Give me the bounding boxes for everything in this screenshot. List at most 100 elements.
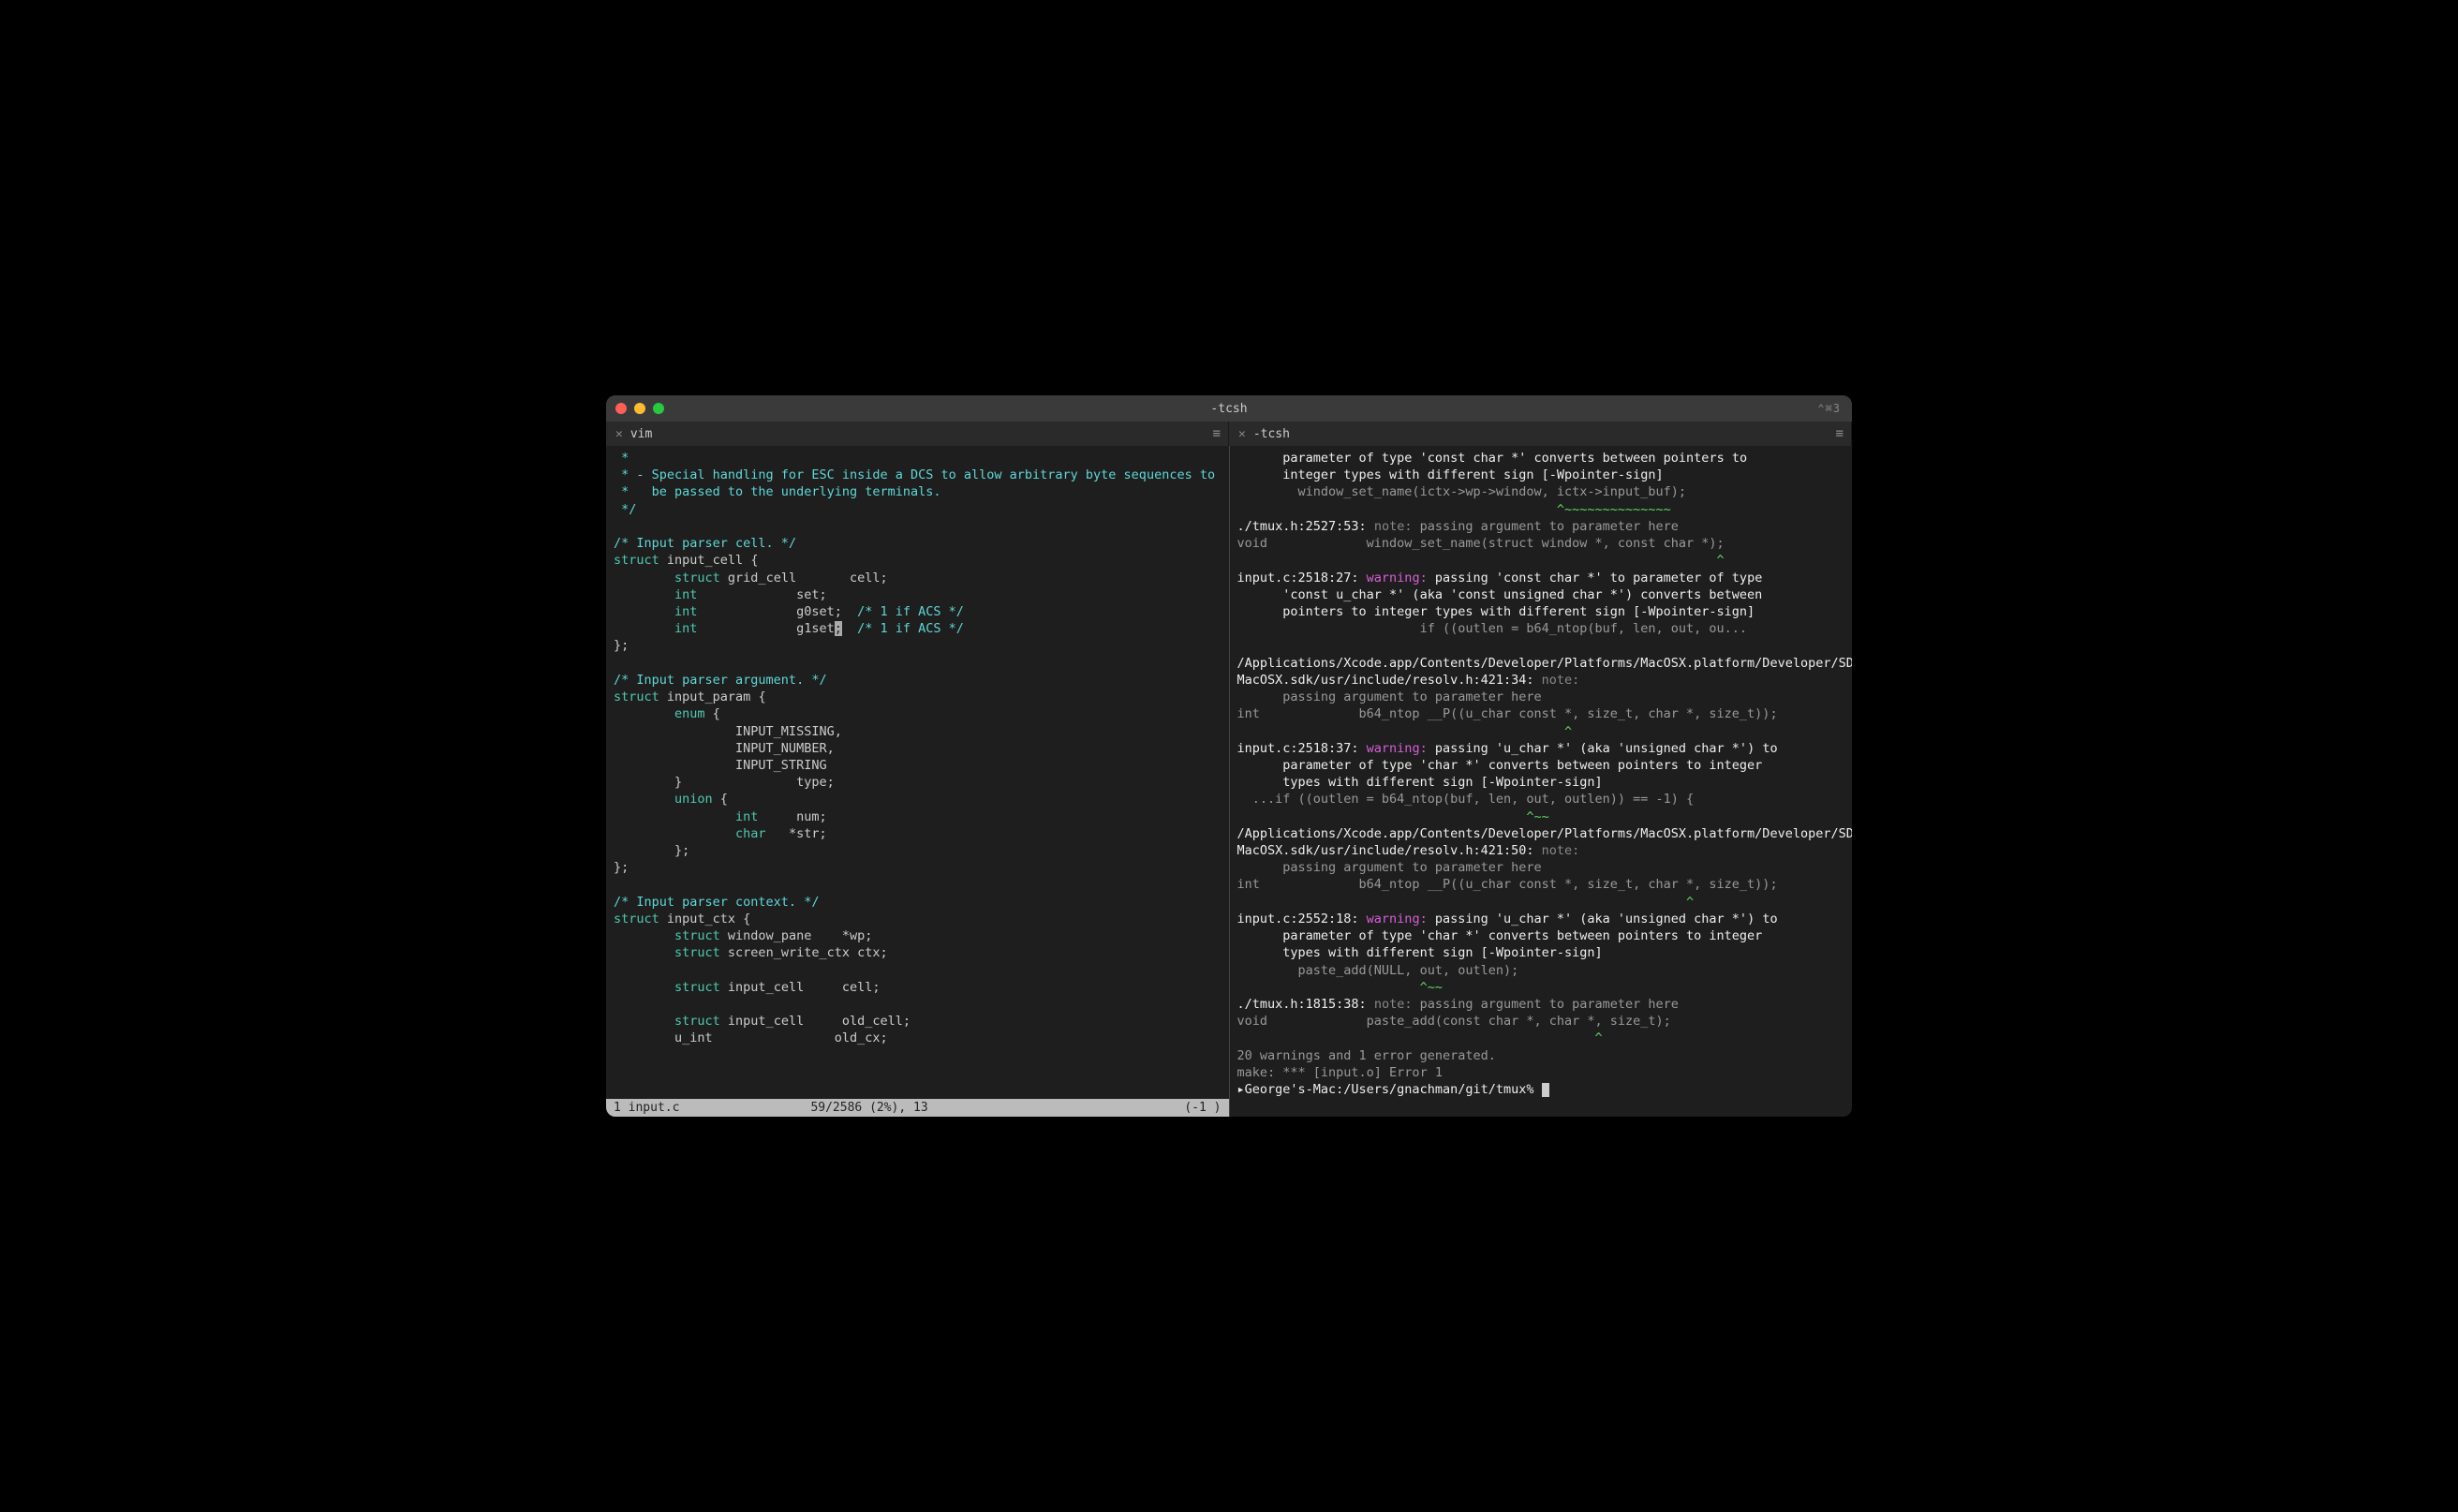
code-text: input_cell cell; (720, 980, 881, 995)
out-line: /Applications/Xcode.app/Contents/Develop… (1237, 656, 1853, 671)
code-kw: enum (614, 706, 705, 721)
out-line: parameter of type 'char *' converts betw… (1237, 758, 1763, 773)
code-kw: int (614, 587, 697, 602)
terminal-output[interactable]: parameter of type 'const char *' convert… (1230, 446, 1853, 1117)
split-panes: * * - Special handling for ESC inside a … (606, 446, 1852, 1117)
code-cmt: /* 1 if ACS */ (857, 604, 964, 619)
code-kw: struct (614, 980, 720, 995)
tab-label: vim (630, 427, 652, 441)
hamburger-icon[interactable]: ≡ (1836, 426, 1844, 441)
out-note: note: (1374, 997, 1420, 1012)
titlebar[interactable]: -tcsh ⌃⌘3 (606, 395, 1852, 422)
out-line: MacOSX.sdk/usr/include/resolv.h:421:34: (1237, 673, 1542, 688)
code-text: num; (758, 809, 826, 824)
out-line: parameter of type 'char *' converts betw… (1237, 928, 1763, 943)
out-line: ^ (1237, 895, 1695, 910)
code-text: input_cell { (659, 553, 759, 568)
tab-vim[interactable]: ✕ vim (606, 422, 661, 446)
out-line: ^ (1237, 553, 1725, 568)
out-line: window_set_name(ictx->wp->window, ictx->… (1237, 484, 1687, 499)
out-line: ./tmux.h:2527:53: (1237, 519, 1374, 534)
cursor-icon (1542, 1083, 1549, 1097)
out-line: input.c:2518:37: (1237, 741, 1367, 756)
status-position: 59/2586 (2%), 13 (810, 1101, 927, 1115)
out-line: void paste_add(const char *, char *, siz… (1237, 1014, 1671, 1029)
out-line: integer types with different sign [-Wpoi… (1237, 467, 1664, 482)
code-text: set; (697, 587, 826, 602)
code-line: /* Input parser context. */ (614, 895, 819, 910)
vim-statusbar: 1 input.c 59/2586 (2%), 13 (-1 ) (606, 1099, 1229, 1117)
close-tab-icon[interactable]: ✕ (1238, 427, 1246, 441)
vim-editor[interactable]: * * - Special handling for ESC inside a … (606, 446, 1229, 1099)
code-kw: struct (614, 689, 659, 704)
right-pane[interactable]: parameter of type 'const char *' convert… (1230, 446, 1853, 1117)
status-right: (-1 ) (1184, 1101, 1221, 1115)
window-indicator: ⌃⌘3 (1817, 402, 1841, 415)
out-line: passing argument to parameter here (1420, 519, 1679, 534)
tab-group-left: ✕ vim ≡ (606, 422, 1229, 446)
code-line: u_int old_cx; (614, 1030, 888, 1045)
close-tab-icon[interactable]: ✕ (615, 427, 623, 441)
out-line: ./tmux.h:1815:38: (1237, 997, 1374, 1012)
code-line: }; (614, 860, 629, 875)
minimize-icon[interactable] (634, 403, 645, 414)
out-warn: warning: (1367, 741, 1435, 756)
out-line: passing 'u_char *' (aka 'unsigned char *… (1435, 741, 1778, 756)
out-line: passing 'u_char *' (aka 'unsigned char *… (1435, 912, 1778, 926)
code-kw: struct (614, 553, 659, 568)
code-line: }; (614, 638, 629, 653)
out-line: passing argument to parameter here (1420, 997, 1679, 1012)
code-line: } type; (614, 775, 835, 790)
close-icon[interactable] (615, 403, 627, 414)
left-pane[interactable]: * * - Special handling for ESC inside a … (606, 446, 1230, 1117)
code-line: INPUT_STRING (614, 758, 827, 773)
code-text: input_param { (659, 689, 766, 704)
out-line: if ((outlen = b64_ntop(buf, len, out, ou… (1237, 621, 1748, 636)
code-line: INPUT_NUMBER, (614, 741, 835, 756)
out-line: /Applications/Xcode.app/Contents/Develop… (1237, 826, 1853, 841)
tab-label: -tcsh (1253, 427, 1290, 441)
out-line: passing 'const char *' to parameter of t… (1435, 571, 1763, 586)
out-line: int b64_ntop __P((u_char const *, size_t… (1237, 877, 1778, 892)
hamburger-icon[interactable]: ≡ (1213, 426, 1221, 441)
code-kw: char (614, 826, 766, 841)
out-line: ...if ((outlen = b64_ntop(buf, len, out,… (1237, 792, 1695, 807)
out-line: ^~~ (1237, 980, 1443, 995)
out-line: passing argument to parameter here (1237, 689, 1542, 704)
code-text: g0set; (697, 604, 857, 619)
code-kw: struct (614, 945, 720, 960)
code-kw: struct (614, 1014, 720, 1029)
code-line: /* Input parser cell. */ (614, 536, 796, 551)
out-note: note: (1542, 843, 1580, 858)
status-file: 1 input.c (614, 1101, 679, 1115)
out-line: void window_set_name(struct window *, co… (1237, 536, 1725, 551)
code-kw: struct (614, 571, 720, 586)
tab-bar: ✕ vim ≡ ✕ -tcsh ≡ (606, 422, 1852, 446)
code-line: * be passed to the underlying terminals. (614, 484, 941, 499)
code-kw: union (614, 792, 713, 807)
out-line: 20 warnings and 1 error generated. (1237, 1048, 1496, 1063)
traffic-lights (615, 403, 664, 414)
code-line: * (614, 451, 629, 466)
code-line: * - Special handling for ESC inside a DC… (614, 467, 1215, 482)
code-text: { (713, 792, 728, 807)
tab-group-right: ✕ -tcsh ≡ (1229, 422, 1852, 446)
out-line: ^~~ (1237, 809, 1549, 824)
out-line: converts between pointers to (1526, 451, 1747, 466)
code-line: }; (614, 843, 689, 858)
zoom-icon[interactable] (653, 403, 664, 414)
out-warn: warning: (1367, 912, 1435, 926)
out-line: input.c:2552:18: (1237, 912, 1367, 926)
out-line: types with different sign [-Wpointer-sig… (1237, 775, 1603, 790)
code-text: g1set (697, 621, 834, 636)
code-text: screen_write_ctx ctx; (720, 945, 888, 960)
out-note: note: (1374, 519, 1420, 534)
out-line: pointers to integer types with different… (1237, 604, 1755, 619)
out-line: ^ (1237, 1030, 1603, 1045)
code-kw: int (614, 809, 758, 824)
out-line: ^~~~~~~~~~~~~~~ (1237, 502, 1671, 517)
code-text: window_pane *wp; (720, 928, 873, 943)
tab-tcsh[interactable]: ✕ -tcsh (1229, 422, 1299, 446)
out-line: types with different sign [-Wpointer-sig… (1237, 945, 1603, 960)
code-text: { (705, 706, 720, 721)
